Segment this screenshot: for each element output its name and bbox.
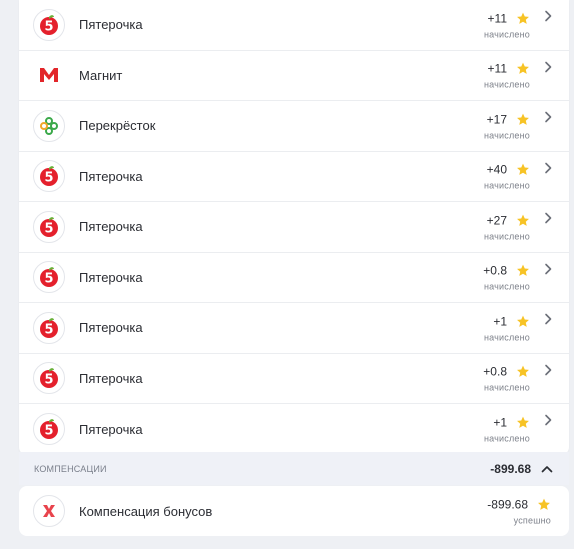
transaction-amount-block: +17 начислено: [484, 111, 530, 140]
transaction-row[interactable]: Магнит +11 начислено: [19, 51, 569, 101]
bonus-amount: +17: [486, 112, 507, 127]
merchant-name: Магнит: [79, 67, 123, 83]
section-total: -899.68: [490, 462, 531, 476]
pyaterochka-logo: 5: [33, 261, 65, 294]
transaction-row[interactable]: 5 Пятерочка +11 начислено: [19, 0, 569, 51]
star-icon: [517, 365, 529, 378]
transaction-row[interactable]: 5 Пятерочка +40 начислено: [19, 152, 569, 202]
star-icon: [538, 498, 550, 510]
compensation-row[interactable]: Компенсация бонусов -899.68 успешно: [19, 486, 569, 536]
pyaterochka-logo: 5: [33, 210, 65, 243]
svg-text:5: 5: [44, 272, 53, 287]
transaction-amount-block: +11 начислено: [484, 61, 530, 90]
merchant-name: Пятерочка: [79, 269, 143, 285]
compensation-amount-block: -899.68 успешно: [487, 497, 551, 526]
bonus-amount: +1: [493, 415, 507, 430]
merchant-name: Пятерочка: [79, 421, 143, 437]
compensation-status: успешно: [513, 515, 551, 526]
pyaterochka-logo: 5: [33, 413, 65, 446]
svg-text:5: 5: [44, 171, 53, 186]
svg-text:5: 5: [44, 221, 53, 236]
transaction-row[interactable]: 5 Пятерочка +0.8 начислено: [19, 354, 569, 404]
chevron-right-icon[interactable]: [543, 10, 553, 22]
transaction-status: начислено: [483, 382, 530, 393]
svg-text:5: 5: [44, 373, 53, 388]
svg-text:5: 5: [44, 424, 53, 439]
section-title: КОМПЕНСАЦИИ: [34, 464, 107, 474]
bonus-amount: +1: [493, 314, 507, 329]
merchant-name: Перекрёсток: [79, 118, 156, 134]
transaction-amount-block: +11 начислено: [484, 10, 530, 39]
transaction-status: начислено: [483, 281, 530, 292]
pyaterochka-logo: 5: [33, 311, 65, 344]
compensation-list: Компенсация бонусов -899.68 успешно: [19, 486, 569, 536]
bonus-amount: +11: [487, 11, 507, 26]
magnit-logo: [33, 59, 65, 92]
pyaterochka-logo: 5: [33, 362, 65, 395]
star-icon: [517, 163, 529, 176]
chevron-right-icon[interactable]: [543, 162, 553, 174]
star-icon: [517, 113, 529, 125]
merchant-name: Пятерочка: [79, 17, 143, 33]
transaction-amount-block: +1 начислено: [484, 313, 530, 342]
bonus-amount: +0.8: [483, 364, 507, 379]
transaction-status: начислено: [483, 433, 530, 444]
chevron-right-icon[interactable]: [543, 414, 553, 426]
star-icon: [517, 214, 529, 226]
merchant-name: Пятерочка: [79, 168, 143, 184]
chevron-right-icon[interactable]: [543, 111, 553, 123]
transaction-status: начислено: [483, 29, 530, 40]
star-icon: [517, 315, 529, 327]
pyaterochka-logo: 5: [33, 160, 65, 193]
star-icon: [517, 12, 529, 24]
bonus-amount: +11: [487, 61, 507, 76]
chevron-right-icon[interactable]: [543, 263, 553, 275]
merchant-name: Пятерочка: [79, 320, 143, 336]
transaction-status: начислено: [483, 130, 530, 141]
compensation-section-header[interactable]: КОМПЕНСАЦИИ -899.68: [19, 452, 569, 485]
star-icon: [517, 416, 529, 429]
chevron-right-icon[interactable]: [543, 313, 553, 325]
transaction-row[interactable]: 5 Пятерочка +27 начислено: [19, 202, 569, 253]
transaction-amount-block: +1 начислено: [484, 415, 530, 444]
transaction-status: начислено: [483, 332, 530, 343]
transaction-status: начислено: [483, 231, 530, 242]
bonus-amount: +27: [486, 213, 507, 228]
star-icon: [517, 62, 529, 75]
transaction-status: начислено: [483, 180, 530, 191]
chevron-right-icon[interactable]: [543, 212, 553, 224]
compensation-name: Компенсация бонусов: [79, 503, 213, 519]
merchant-name: Пятерочка: [79, 219, 143, 235]
transaction-amount-block: +0.8 начислено: [483, 364, 530, 393]
star-icon: [517, 264, 529, 277]
svg-text:5: 5: [44, 19, 53, 34]
chevron-up-icon[interactable]: [541, 464, 553, 474]
bonus-amount: +0.8: [483, 263, 507, 278]
transaction-row[interactable]: 5 Пятерочка +1 начислено: [19, 404, 569, 455]
compensation-logo: [33, 495, 65, 527]
compensation-amount: -899.68: [487, 497, 528, 512]
transaction-row[interactable]: 5 Пятерочка +1 начислено: [19, 303, 569, 354]
transaction-row[interactable]: Перекрёсток +17 начислено: [19, 101, 569, 152]
transaction-amount-block: +40 начислено: [484, 162, 530, 191]
bonus-amount: +40: [486, 162, 507, 177]
chevron-right-icon[interactable]: [543, 61, 553, 73]
transactions-list: 5 Пятерочка +11 начислено Магнит +11 нач…: [19, 0, 569, 455]
chevron-right-icon[interactable]: [543, 364, 553, 376]
perekrestok-logo: [33, 109, 65, 142]
pyaterochka-logo: 5: [33, 8, 65, 41]
transaction-row[interactable]: 5 Пятерочка +0.8 начислено: [19, 253, 569, 303]
merchant-name: Пятерочка: [79, 370, 143, 386]
transaction-amount-block: +0.8 начислено: [483, 263, 530, 292]
svg-text:5: 5: [44, 322, 53, 337]
transaction-amount-block: +27 начислено: [484, 212, 530, 241]
transaction-status: начислено: [483, 79, 530, 90]
